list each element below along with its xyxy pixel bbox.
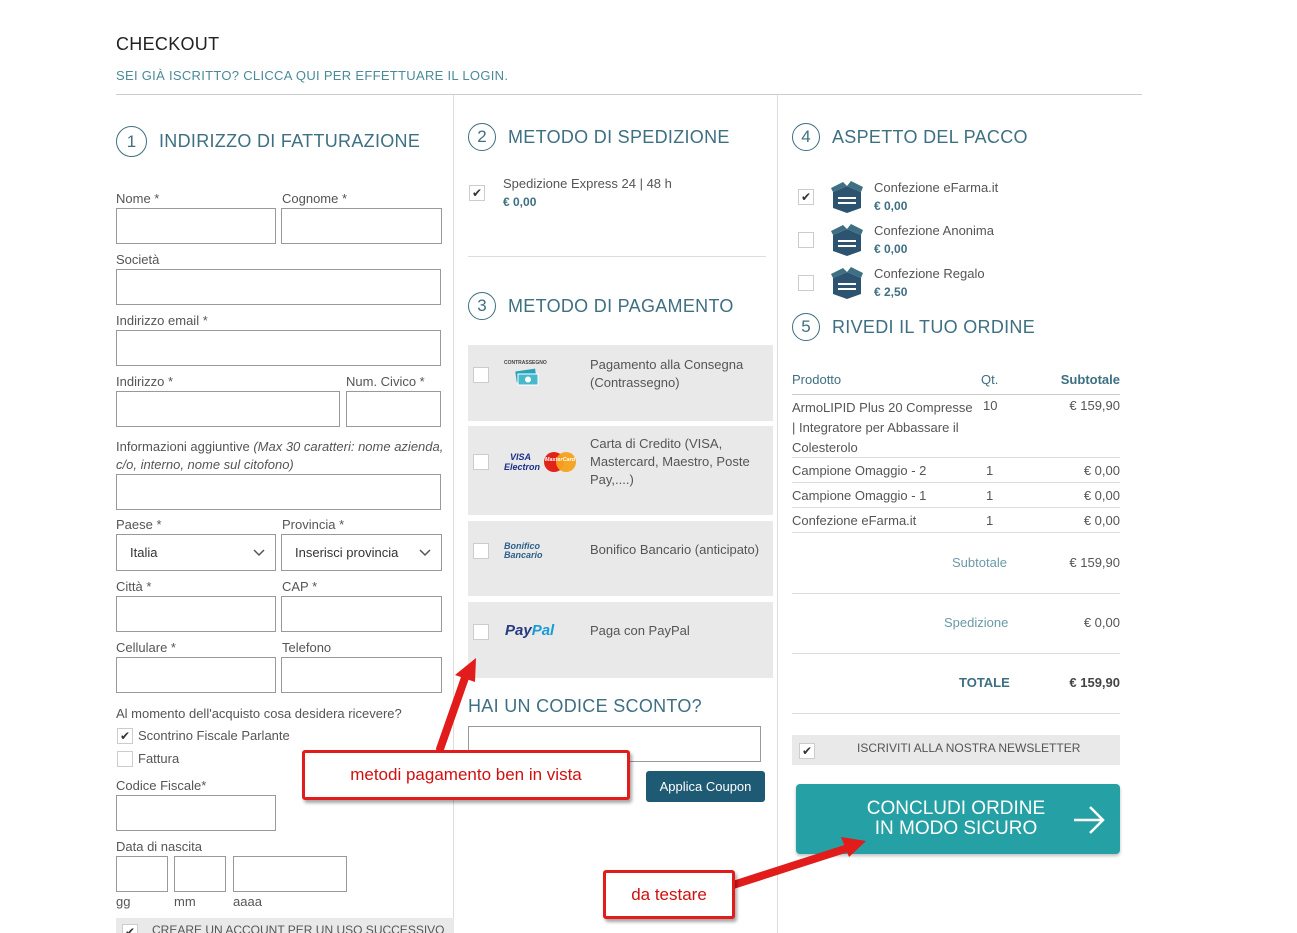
arrow-line [436, 668, 471, 753]
callout-payment: metodi pagamento ben in vista [302, 750, 630, 800]
arrow-head [455, 658, 476, 682]
annotation-arrows [436, 658, 866, 890]
callout-test: da testare [603, 870, 735, 919]
arrow-line [726, 844, 852, 890]
